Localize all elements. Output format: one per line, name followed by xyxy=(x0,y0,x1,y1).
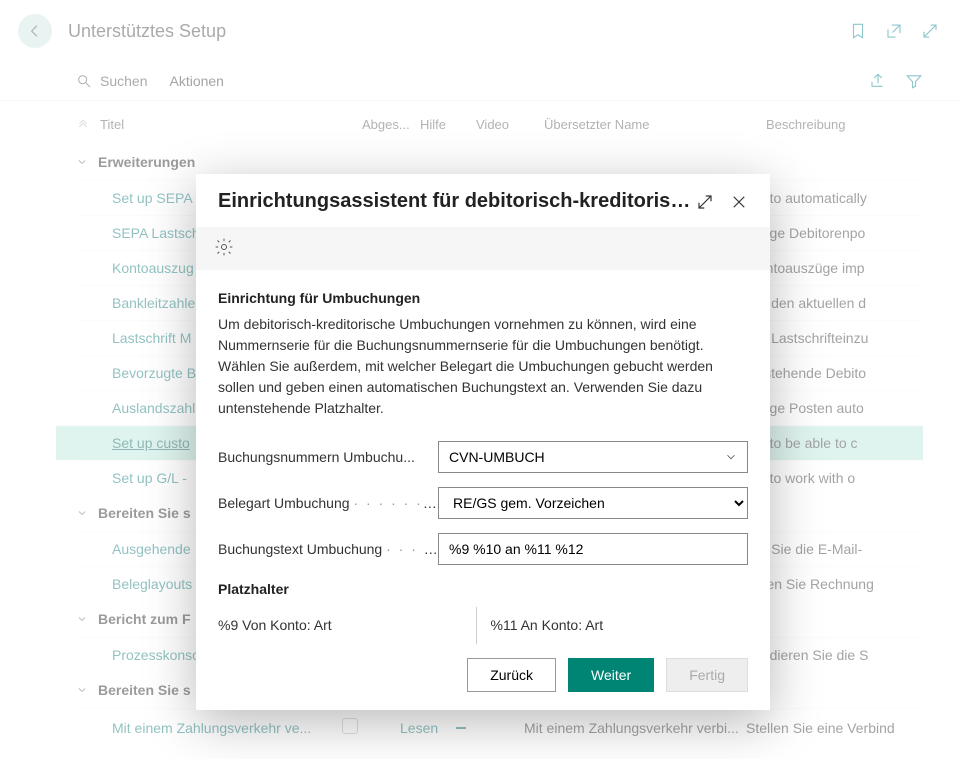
chevron-down-icon xyxy=(76,507,88,519)
col-description[interactable]: Beschreibung xyxy=(766,117,923,132)
group-label: Erweiterungen xyxy=(98,154,195,170)
checkbox[interactable] xyxy=(342,718,358,734)
dialog-title: Einrichtungsassistent für debitorisch-kr… xyxy=(218,190,696,213)
video-dash-icon xyxy=(456,727,466,729)
popout-icon[interactable] xyxy=(885,22,903,40)
group-label: Bereiten Sie s xyxy=(98,505,191,521)
section-title: Einrichtung für Umbuchungen xyxy=(218,290,748,306)
actions-menu[interactable]: Aktionen xyxy=(169,73,223,89)
col-video[interactable]: Video xyxy=(476,117,544,132)
group-label: Bereiten Sie s xyxy=(98,682,191,698)
next-button[interactable]: Weiter xyxy=(568,658,654,692)
sort-icon[interactable] xyxy=(76,118,90,132)
chevron-down-icon xyxy=(76,613,88,625)
col-completed[interactable]: Abges... xyxy=(362,117,420,132)
doc-type-label: Belegart Umbuchung · · · · · · · · · xyxy=(218,495,438,511)
share-icon[interactable] xyxy=(869,72,887,90)
col-help[interactable]: Hilfe xyxy=(420,117,476,132)
back-button[interactable]: Zurück xyxy=(467,658,556,692)
chevron-down-icon xyxy=(76,156,88,168)
posting-numbers-label: Buchungsnummern Umbuchu... xyxy=(218,449,438,465)
gear-icon[interactable] xyxy=(214,237,234,257)
placeholder-item: %12 An Konto: Nr. xyxy=(491,643,749,644)
expand-dialog-icon[interactable] xyxy=(696,193,714,211)
close-icon[interactable] xyxy=(730,193,748,211)
posting-text-label: Buchungstext Umbuchung · · · · · xyxy=(218,541,438,557)
posting-text-input[interactable] xyxy=(438,533,748,565)
wizard-dialog: Einrichtungsassistent für debitorisch-kr… xyxy=(196,174,770,710)
bookmark-icon[interactable] xyxy=(849,22,867,40)
arrow-left-icon xyxy=(27,23,43,39)
placeholder-item: %9 Von Konto: Art xyxy=(218,607,476,643)
help-link[interactable]: Lesen xyxy=(400,720,456,736)
placeholders-title: Platzhalter xyxy=(218,581,748,597)
search-button[interactable]: Suchen xyxy=(76,73,147,89)
col-translated[interactable]: Übersetzter Name xyxy=(544,117,766,132)
col-title[interactable]: Titel xyxy=(100,117,124,132)
chevron-down-icon xyxy=(76,684,88,696)
search-icon xyxy=(76,73,92,89)
table-row[interactable]: Mit einem Zahlungsverkehr ve... Lesen Mi… xyxy=(76,708,923,746)
placeholder-item: %10 Von Konto: Nr. xyxy=(218,643,476,644)
group-label: Bericht zum F xyxy=(98,611,191,627)
filter-icon[interactable] xyxy=(905,72,923,90)
placeholder-item: %11 An Konto: Art xyxy=(491,607,749,643)
posting-numbers-input[interactable] xyxy=(438,441,748,473)
doc-type-select[interactable]: RE/GS gem. Vorzeichen xyxy=(438,487,748,519)
section-description: Um debitorisch-kreditorische Umbuchungen… xyxy=(218,314,748,419)
back-button[interactable] xyxy=(18,14,52,48)
expand-icon[interactable] xyxy=(921,22,939,40)
finish-button[interactable]: Fertig xyxy=(666,658,748,692)
page-title: Unterstütztes Setup xyxy=(68,21,849,42)
search-label: Suchen xyxy=(100,73,147,89)
